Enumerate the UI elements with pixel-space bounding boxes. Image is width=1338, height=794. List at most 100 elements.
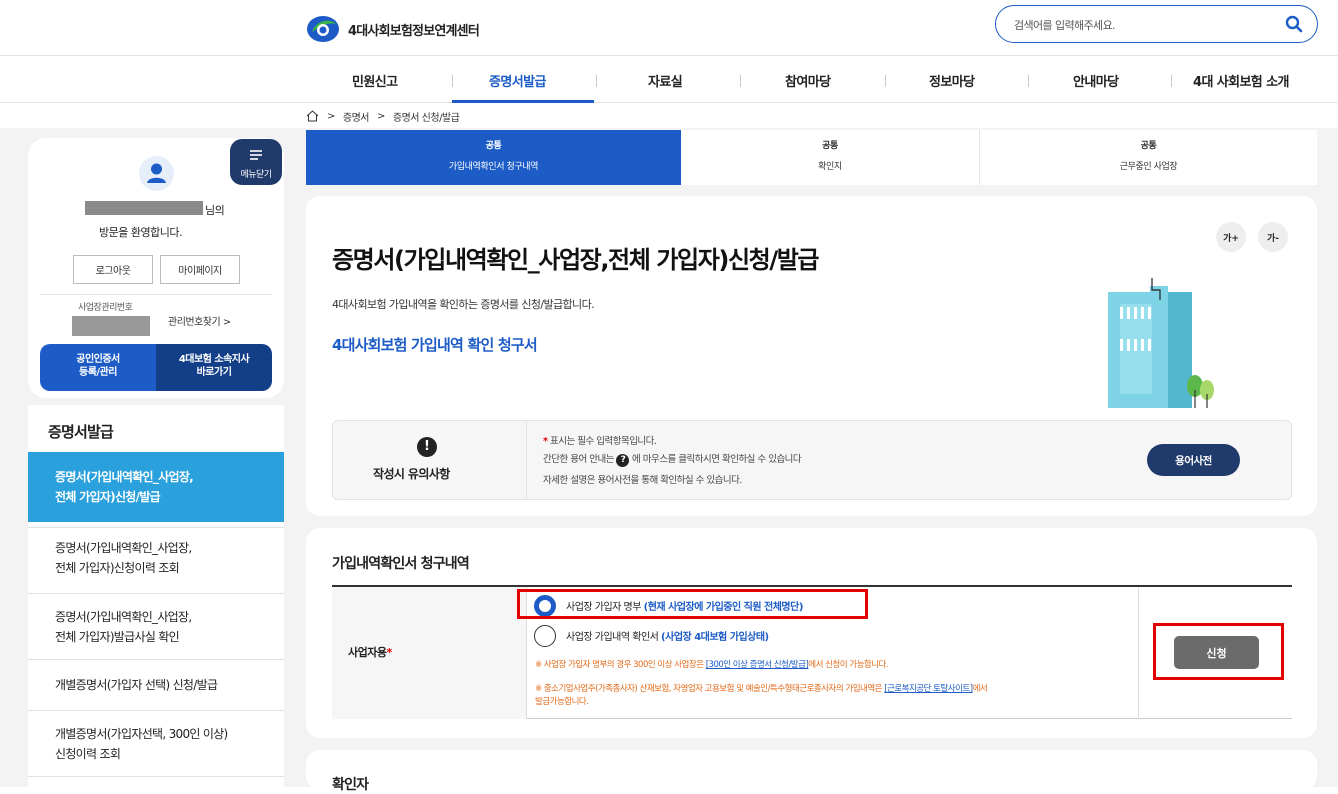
logo-icon bbox=[307, 16, 339, 42]
divider bbox=[40, 294, 272, 295]
highlight-box bbox=[517, 589, 868, 619]
nav-divider bbox=[596, 75, 597, 87]
branch-shortcut-button[interactable]: 4대보험 소속지사 바로가기 bbox=[156, 344, 272, 391]
nav-divider bbox=[1028, 75, 1029, 87]
branch-button-line: 바로가기 bbox=[196, 367, 232, 378]
tab-confirmer[interactable]: 공통 확인지 bbox=[681, 130, 980, 185]
building-illustration bbox=[1108, 278, 1214, 408]
side-menu-item-individual-history[interactable]: 개별증명서(가입자선택, 300인 이상) 신청이력 조회 bbox=[28, 710, 284, 776]
exclamation-icon: ! bbox=[417, 437, 437, 457]
home-icon[interactable] bbox=[306, 110, 319, 122]
row-label: 사업자용* bbox=[348, 644, 392, 660]
highlight-box bbox=[1153, 623, 1284, 680]
side-menu-item-verify[interactable]: 증명서(가입내역확인_사업장, 전체 가입자)발급사실 확인 bbox=[28, 593, 284, 659]
radio-join-status[interactable] bbox=[534, 625, 556, 647]
nav-certificate[interactable]: 증명서발급 bbox=[489, 71, 546, 90]
logo-text: 4대사회보험정보연계센터 bbox=[348, 23, 480, 39]
tab-workplace[interactable]: 공통 근무중인 사업장 bbox=[980, 130, 1317, 185]
side-menu-item-individual[interactable]: 개별증명서(가입자 선택) 신청/발급 bbox=[28, 659, 284, 709]
branch-button-line: 4대보험 소속지사 bbox=[178, 354, 250, 365]
section-title-confirmer: 확인자 bbox=[332, 777, 369, 793]
tab-label: 가입내역확인서 청구내역 bbox=[448, 162, 539, 172]
logout-button[interactable]: 로그아웃 bbox=[73, 255, 153, 284]
warning-part: ※ 중소기업사업주(가족종사자) 산재보험, 자영업자 고용보험 및 예술인/특… bbox=[535, 684, 885, 694]
nav-information[interactable]: 정보마당 bbox=[929, 71, 975, 90]
notice-line-2: 간단한 용어 안내는 ? 에 마우스를 클릭하시면 확인하실 수 있습니다 bbox=[543, 451, 802, 467]
link-300-plus[interactable]: [300인 이상 증명서 신청/발급] bbox=[706, 660, 809, 670]
masked-biz-number bbox=[72, 316, 150, 336]
notice-text: 표시는 필수 입력항목입니다. bbox=[547, 436, 657, 447]
warning-part: 에서 bbox=[972, 684, 988, 694]
section-title: 가입내역확인서 청구내역 bbox=[332, 556, 470, 572]
breadcrumb-item[interactable]: 증명서 bbox=[343, 109, 370, 124]
warning-text-2: ※ 중소기업사업주(가족종사자) 산재보험, 자영업자 고용보험 및 예술인/특… bbox=[535, 683, 1135, 709]
search-box[interactable]: 검색어를 입력해주세요. bbox=[995, 5, 1318, 43]
menu-line: 전체 가입자)신청이력 조회 bbox=[55, 561, 180, 575]
nav-divider bbox=[885, 75, 886, 87]
notice-text: 간단한 용어 안내는 bbox=[543, 454, 617, 465]
cert-button-line: 공인인증서 bbox=[76, 354, 120, 365]
side-menu-item-apply[interactable]: 증명서(가입내역확인_사업장, 전체 가입자)신청/발급 bbox=[28, 452, 284, 522]
table-divider bbox=[1138, 587, 1139, 719]
font-increase-button[interactable]: 가+ bbox=[1216, 222, 1246, 252]
cert-button-line: 등록/관리 bbox=[79, 367, 117, 378]
side-menu-divider bbox=[28, 776, 284, 787]
menu-line: 전체 가입자)신청/발급 bbox=[55, 490, 161, 504]
breadcrumb: > 증명서 > 증명서 신청/발급 bbox=[306, 106, 460, 126]
menu-line: 전체 가입자)발급사실 확인 bbox=[55, 629, 180, 644]
menu-line: 증명서(가입내역확인_사업장, bbox=[55, 541, 192, 555]
page-title: 증명서(가입내역확인_사업장,전체 가입자)신청/발급 bbox=[332, 246, 819, 274]
side-menu-item-history[interactable]: 증명서(가입내역확인_사업장, 전체 가입자)신청이력 조회 bbox=[28, 527, 284, 588]
breadcrumb-current: 증명서 신청/발급 bbox=[392, 112, 460, 124]
certificate-register-button[interactable]: 공인인증서 등록/관리 bbox=[40, 344, 156, 391]
page-subtitle: 4대사회보험 가입내역을 확인하는 증명서를 신청/발급합니다. bbox=[332, 298, 595, 311]
nav-divider bbox=[740, 75, 741, 87]
user-icon bbox=[147, 163, 166, 183]
site-logo[interactable]: 4대사회보험정보연계센터 bbox=[306, 14, 480, 44]
tab-category: 공통 bbox=[1140, 141, 1157, 151]
menu-icon bbox=[250, 150, 262, 160]
user-avatar bbox=[139, 156, 174, 191]
help-icon[interactable]: ? bbox=[616, 454, 630, 467]
form-link[interactable]: 4대사회보험 가입내역 확인 청구서 bbox=[332, 334, 538, 355]
top-header: 4대사회보험정보연계센터 검색어를 입력해주세요. bbox=[0, 0, 1338, 56]
glossary-button[interactable]: 용어사전 bbox=[1147, 444, 1240, 476]
nav-complaint[interactable]: 민원신고 bbox=[352, 71, 398, 90]
tab-label: 근무중인 사업장 bbox=[1119, 162, 1178, 172]
font-decrease-button[interactable]: 가- bbox=[1258, 222, 1288, 252]
notice-text: 에 마우스를 클릭하시면 확인하실 수 있습니다 bbox=[629, 454, 802, 465]
nav-about[interactable]: 4대 사회보험 소개 bbox=[1193, 71, 1289, 90]
side-menu-title: 증명서발급 bbox=[48, 423, 114, 441]
link-comwel[interactable]: [근로복지공단 토탈사이트] bbox=[884, 684, 973, 694]
tab-claim-history[interactable]: 공통 가입내역확인서 청구내역 bbox=[306, 130, 681, 185]
search-input[interactable]: 검색어를 입력해주세요. bbox=[1014, 17, 1116, 33]
confirmer-panel bbox=[306, 750, 1317, 790]
notice-line-1: * 표시는 필수 입력항목입니다. bbox=[543, 433, 657, 447]
nav-divider bbox=[1171, 75, 1172, 87]
mypage-button[interactable]: 마이페이지 bbox=[160, 255, 240, 284]
warning-part: 발급가능합니다. bbox=[535, 697, 589, 707]
menu-close-button[interactable]: 메뉴닫기 bbox=[230, 139, 282, 185]
greeting-text: 방문을 환영합니다. bbox=[99, 226, 182, 239]
search-icon[interactable] bbox=[1285, 15, 1303, 33]
greeting-suffix: 님의 bbox=[205, 204, 225, 217]
biz-number-label: 사업장관리번호 bbox=[78, 303, 133, 313]
option-join-status[interactable]: 사업장 가입내역 확인서 (사업장 4대보험 가입상태) bbox=[566, 628, 769, 643]
tab-label: 확인지 bbox=[818, 162, 842, 172]
breadcrumb-separator: > bbox=[377, 110, 385, 122]
notice-box: ! 작성시 유의사항 * 표시는 필수 입력항목입니다. 간단한 용어 안내는 … bbox=[332, 420, 1292, 500]
tab-bar: 공통 가입내역확인서 청구내역 공통 확인지 공통 근무중인 사업장 bbox=[306, 130, 1317, 185]
notice-line-3: 자세한 설명은 용어사전을 통해 확인하실 수 있습니다. bbox=[543, 475, 742, 486]
nav-participation[interactable]: 참여마당 bbox=[785, 71, 831, 90]
nav-guide[interactable]: 안내마당 bbox=[1073, 71, 1119, 90]
nav-archive[interactable]: 자료실 bbox=[648, 71, 683, 90]
table-header-cell: 사업자용* bbox=[332, 587, 527, 719]
menu-line: 개별증명서(가입자 선택) 신청/발급 bbox=[55, 677, 218, 692]
warning-part: 에서 신청이 가능합니다. bbox=[808, 660, 889, 670]
menu-line: 증명서(가입내역확인_사업장, bbox=[55, 470, 194, 484]
find-number-link[interactable]: 관리번호찾기 > bbox=[168, 313, 231, 328]
option-label: 사업장 가입내역 확인서 bbox=[566, 632, 662, 643]
notice-divider bbox=[526, 421, 527, 499]
nav-active-indicator bbox=[452, 100, 594, 103]
tab-category: 공통 bbox=[485, 141, 502, 151]
